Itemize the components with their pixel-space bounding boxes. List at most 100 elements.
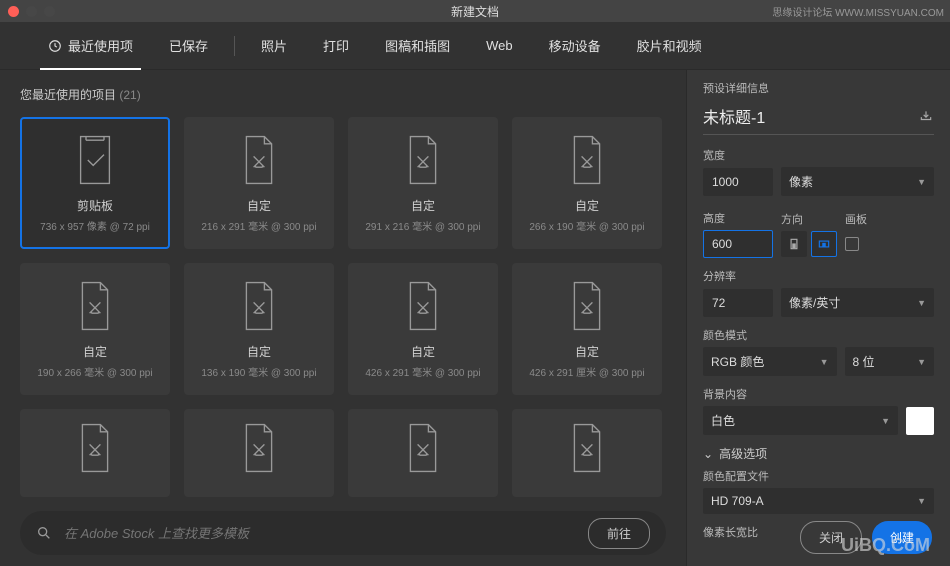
footer-buttons: 关闭 创建: [800, 521, 932, 554]
preset-card[interactable]: 自定 136 x 190 毫米 @ 300 ppi: [184, 263, 334, 395]
preset-card[interactable]: 自定 266 x 190 毫米 @ 300 ppi: [512, 117, 662, 249]
advanced-toggle[interactable]: ⌄ 高级选项: [703, 445, 934, 462]
preset-card[interactable]: 自定 426 x 291 厘米 @ 300 ppi: [512, 263, 662, 395]
width-label: 宽度: [703, 147, 934, 163]
tab-web[interactable]: Web: [468, 22, 531, 70]
bit-depth-select[interactable]: 8 位 ▼: [845, 347, 934, 376]
background-label: 背景内容: [703, 386, 934, 402]
card-subtitle: 426 x 291 厘米 @ 300 ppi: [529, 364, 644, 379]
preset-card[interactable]: 自定 216 x 291 毫米 @ 300 ppi: [184, 117, 334, 249]
document-name[interactable]: 未标题-1: [703, 104, 918, 128]
create-button[interactable]: 创建: [872, 521, 932, 554]
advanced-label: 高级选项: [719, 445, 767, 462]
recent-count: (21): [119, 88, 140, 102]
select-value: RGB 颜色: [711, 353, 764, 370]
tab-art[interactable]: 图稿和插图: [367, 22, 468, 70]
tab-film[interactable]: 胶片和视频: [619, 22, 720, 70]
tab-label: 打印: [323, 36, 349, 55]
stock-search-input[interactable]: [64, 526, 576, 541]
preset-card[interactable]: 自定 291 x 216 毫米 @ 300 ppi: [348, 117, 498, 249]
select-value: 像素/英寸: [789, 294, 840, 311]
card-subtitle: 426 x 291 毫米 @ 300 ppi: [365, 364, 480, 379]
resolution-label: 分辨率: [703, 268, 934, 284]
tab-saved[interactable]: 已保存: [151, 22, 226, 70]
category-tabbar: 最近使用项 已保存 照片 打印 图稿和插图 Web 移动设备 胶片和视频: [0, 22, 950, 70]
height-input[interactable]: [703, 230, 773, 258]
chevron-down-icon: ▼: [820, 357, 829, 367]
select-value: HD 709-A: [711, 494, 764, 508]
tab-label: 照片: [261, 36, 287, 55]
select-value: 8 位: [853, 353, 875, 370]
preset-card[interactable]: [512, 409, 662, 497]
tab-label: 最近使用项: [68, 36, 133, 55]
card-title: 自定: [83, 343, 107, 360]
clock-icon: [48, 39, 62, 53]
close-button[interactable]: 关闭: [800, 521, 862, 554]
color-mode-label: 颜色模式: [703, 327, 934, 343]
save-preset-icon[interactable]: [918, 109, 934, 123]
card-subtitle: 266 x 190 毫米 @ 300 ppi: [529, 218, 644, 233]
tab-recent[interactable]: 最近使用项: [30, 22, 151, 70]
height-label: 高度: [703, 210, 773, 226]
card-subtitle: 216 x 291 毫米 @ 300 ppi: [201, 218, 316, 233]
chevron-down-icon: ⌄: [703, 447, 713, 461]
stock-go-button[interactable]: 前往: [588, 518, 650, 549]
zoom-window-icon: [44, 6, 55, 17]
watermark-top: 思缘设计论坛 WWW.MISSYUAN.COM: [772, 4, 944, 19]
orientation-landscape-button[interactable]: [811, 231, 837, 257]
window-title: 新建文档: [451, 3, 499, 20]
background-swatch[interactable]: [906, 407, 934, 435]
search-icon: [36, 525, 52, 541]
card-title: 自定: [411, 343, 435, 360]
tab-mobile[interactable]: 移动设备: [531, 22, 619, 70]
titlebar: 新建文档 思缘设计论坛 WWW.MISSYUAN.COM: [0, 0, 950, 22]
preset-card[interactable]: 自定 426 x 291 毫米 @ 300 ppi: [348, 263, 498, 395]
chevron-down-icon: ▼: [917, 496, 926, 506]
color-profile-label: 颜色配置文件: [703, 468, 934, 484]
color-profile-select[interactable]: HD 709-A ▼: [703, 488, 934, 514]
details-header: 预设详细信息: [703, 80, 934, 96]
window-controls: [8, 6, 55, 17]
tab-print[interactable]: 打印: [305, 22, 367, 70]
stock-search-bar: 前往: [20, 511, 666, 555]
preset-card[interactable]: 自定190 x 266 毫米 @ 300 ppi: [20, 263, 170, 395]
preset-card[interactable]: 剪贴板736 x 957 像素 @ 72 ppi: [20, 117, 170, 249]
portrait-icon: [787, 237, 801, 251]
preset-card[interactable]: [184, 409, 334, 497]
recent-header: 您最近使用的项目 (21): [20, 86, 666, 103]
card-subtitle: 291 x 216 毫米 @ 300 ppi: [365, 218, 480, 233]
close-window-icon[interactable]: [8, 6, 19, 17]
preset-card[interactable]: [20, 409, 170, 497]
artboard-checkbox[interactable]: [845, 237, 859, 251]
background-select[interactable]: 白色▼: [703, 406, 898, 435]
tab-label: 胶片和视频: [637, 36, 702, 55]
preset-card[interactable]: [348, 409, 498, 497]
width-unit-select[interactable]: 像素▼: [781, 167, 934, 196]
tab-label: Web: [486, 38, 513, 53]
chevron-down-icon: ▼: [917, 298, 926, 308]
chevron-down-icon: ▼: [917, 357, 926, 367]
preset-area: 您最近使用的项目 (21) 剪贴板736 x 957 像素 @ 72 ppi自定…: [0, 70, 686, 566]
color-mode-select[interactable]: RGB 颜色 ▼: [703, 347, 837, 376]
orientation-portrait-button[interactable]: [781, 231, 807, 257]
tab-label: 图稿和插图: [385, 36, 450, 55]
card-title: 自定: [411, 197, 435, 214]
artboard-label: 画板: [845, 211, 867, 227]
card-title: 自定: [575, 197, 599, 214]
chevron-down-icon: ▼: [917, 177, 926, 187]
card-title: 自定: [575, 343, 599, 360]
card-title: 自定: [247, 197, 271, 214]
card-subtitle: 136 x 190 毫米 @ 300 ppi: [201, 364, 316, 379]
card-title: 剪贴板: [77, 197, 113, 214]
preset-grid: 剪贴板736 x 957 像素 @ 72 ppi 自定 216 x 291 毫米 @…: [20, 117, 666, 497]
resolution-unit-select[interactable]: 像素/英寸 ▼: [781, 288, 934, 317]
divider: [234, 36, 235, 56]
width-input[interactable]: [703, 168, 773, 196]
card-title: 自定: [247, 343, 271, 360]
minimize-window-icon: [26, 6, 37, 17]
resolution-input[interactable]: [703, 289, 773, 317]
orientation-label: 方向: [781, 211, 837, 227]
tab-photo[interactable]: 照片: [243, 22, 305, 70]
document-name-row: 未标题-1: [703, 104, 934, 135]
landscape-icon: [817, 237, 831, 251]
